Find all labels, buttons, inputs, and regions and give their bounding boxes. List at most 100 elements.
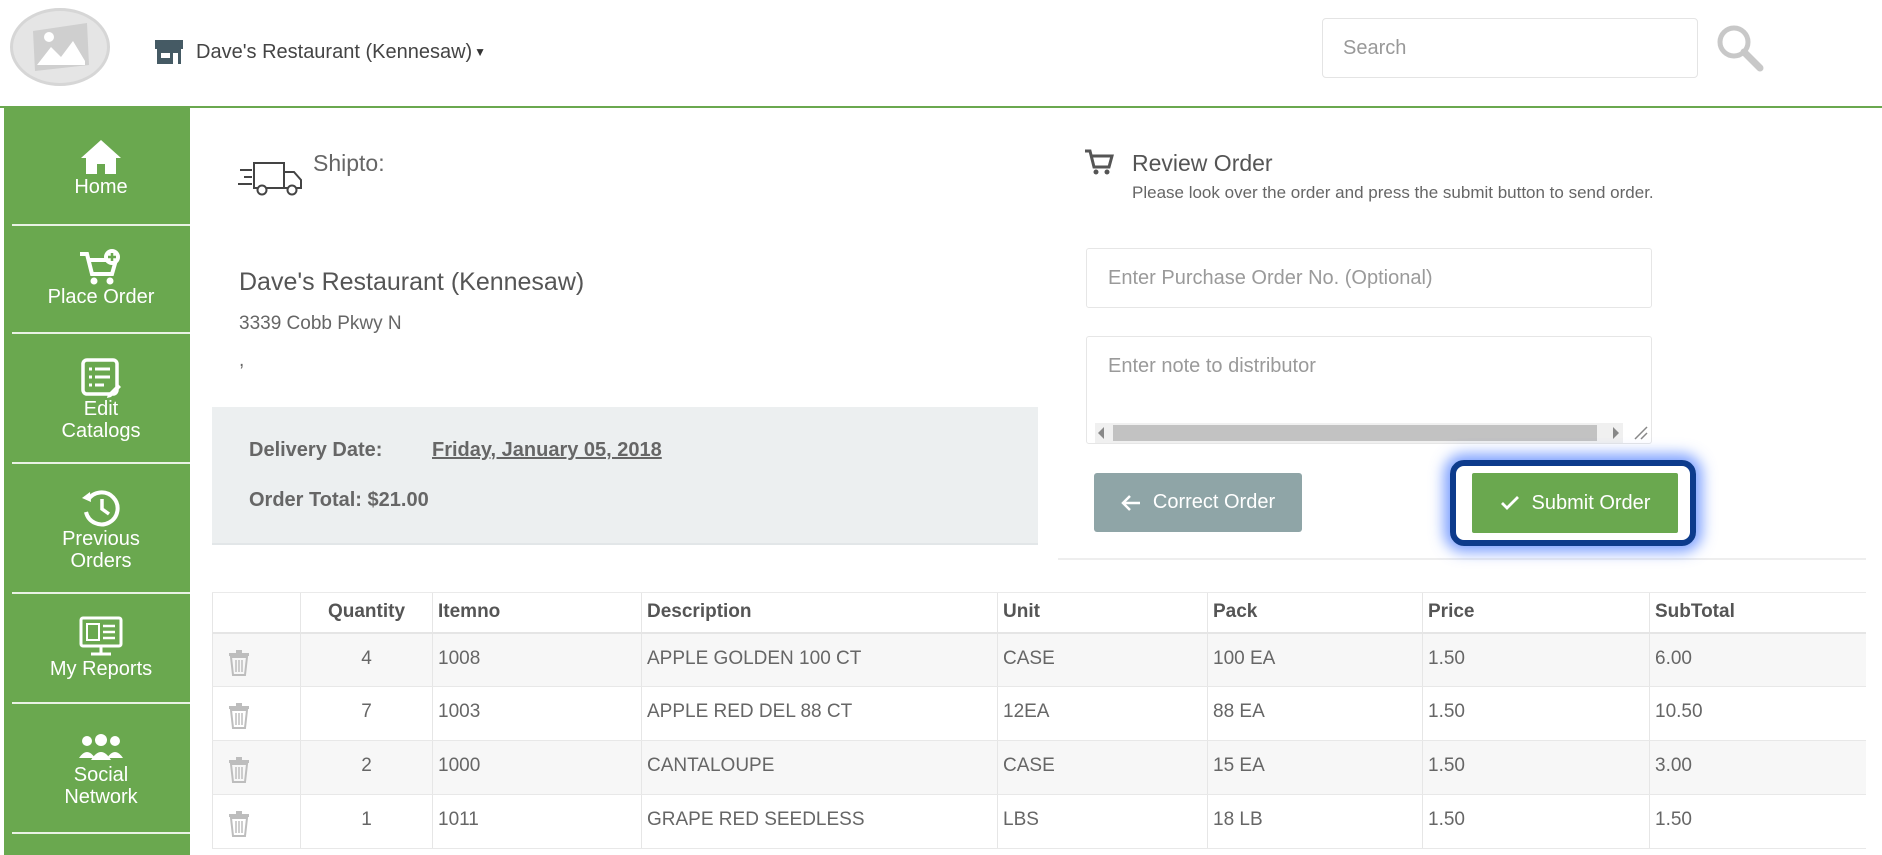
column-header-quantity[interactable]: Quantity	[300, 592, 433, 634]
sidebar-item-label: Edit	[83, 398, 119, 420]
sidebar-item-label: Place Order	[47, 286, 155, 308]
submit-order-label: Submit Order	[1531, 491, 1651, 514]
cell-description: APPLE GOLDEN 100 CT	[641, 632, 998, 687]
sidebar-item-social-network[interactable]: Social Network	[12, 734, 190, 808]
review-order-panel: Review Order Please look over the order …	[1058, 130, 1866, 560]
store-selector[interactable]: Dave's Restaurant (Kennesaw) ▼	[154, 38, 486, 66]
sidebar-item-label: Previous	[62, 528, 140, 550]
reports-icon	[79, 616, 123, 656]
column-header-price[interactable]: Price	[1422, 592, 1650, 634]
top-bar: Dave's Restaurant (Kennesaw) ▼	[0, 0, 1882, 108]
correct-order-label: Correct Order	[1152, 491, 1276, 513]
cell-quantity[interactable]: 7	[300, 686, 433, 741]
cell-price: 1.50	[1422, 632, 1650, 687]
cell-itemno: 1000	[432, 740, 642, 795]
cell-subtotal: 10.50	[1649, 686, 1866, 741]
search-input[interactable]	[1322, 18, 1698, 78]
cell-unit: LBS	[997, 794, 1208, 849]
row-actions	[212, 632, 301, 687]
review-title: Review Order	[1132, 150, 1273, 176]
cell-pack: 100 EA	[1207, 632, 1423, 687]
scroll-right-icon[interactable]	[1613, 427, 1619, 439]
cell-quantity[interactable]: 4	[300, 632, 433, 687]
sidebar-item-label: My Reports	[49, 658, 153, 680]
column-header-unit[interactable]: Unit	[997, 592, 1208, 634]
delivery-truck-icon	[238, 162, 302, 196]
review-subtitle: Please look over the order and press the…	[1132, 183, 1654, 202]
cell-price: 1.50	[1422, 740, 1650, 795]
sidebar-item-my-reports[interactable]: My Reports	[12, 616, 190, 680]
search-button[interactable]	[1714, 22, 1766, 74]
logo-placeholder[interactable]	[10, 8, 110, 86]
shipto-city-line: ,	[239, 350, 245, 371]
cell-description: APPLE RED DEL 88 CT	[641, 686, 998, 741]
column-header-subtotal[interactable]: SubTotal	[1649, 592, 1866, 634]
trash-icon[interactable]	[228, 757, 250, 783]
row-actions	[212, 740, 301, 795]
column-header-actions	[212, 592, 301, 634]
delivery-summary: Delivery Date: Friday, January 05, 2018 …	[212, 407, 1038, 545]
cart-icon	[1085, 149, 1114, 175]
catalog-icon	[81, 358, 121, 398]
arrow-left-icon	[1121, 494, 1140, 511]
resize-grip-icon[interactable]	[1631, 423, 1649, 441]
sidebar-item-label: Social	[73, 764, 129, 786]
sidebar-item-place-order[interactable]: Place Order	[12, 248, 190, 308]
shipto-name: Dave's Restaurant (Kennesaw)	[239, 268, 585, 296]
cell-price: 1.50	[1422, 686, 1650, 741]
sidebar-item-home[interactable]: Home	[12, 138, 190, 198]
sidebar-item-label: Orders	[70, 550, 132, 572]
table-row: 1 1011 GRAPE RED SEEDLESS LBS 18 LB 1.50…	[212, 794, 1866, 849]
sidebar-item-label: Home	[74, 176, 128, 198]
cell-itemno: 1008	[432, 632, 642, 687]
horizontal-scrollbar[interactable]	[1095, 423, 1623, 443]
app-window: Dave's Restaurant (Kennesaw) ▼ Home	[0, 0, 1882, 855]
people-icon	[79, 734, 123, 760]
column-header-pack[interactable]: Pack	[1207, 592, 1423, 634]
cell-pack: 15 EA	[1207, 740, 1423, 795]
cell-itemno: 1011	[432, 794, 642, 849]
row-actions	[212, 794, 301, 849]
search-icon	[1717, 25, 1764, 72]
row-actions	[212, 686, 301, 741]
nav-divider	[12, 592, 190, 594]
nav-divider	[12, 332, 190, 334]
order-items-table: Quantity Itemno Description Unit Pack Pr…	[212, 592, 1866, 849]
scroll-left-icon[interactable]	[1098, 427, 1104, 439]
nav-divider	[12, 702, 190, 704]
correct-order-button[interactable]: Correct Order	[1094, 473, 1302, 532]
shipto-address: 3339 Cobb Pkwy N	[239, 313, 402, 334]
sidebar-item-edit-catalogs[interactable]: Edit Catalogs	[12, 358, 190, 442]
scroll-thumb[interactable]	[1113, 425, 1597, 441]
cell-subtotal: 1.50	[1649, 794, 1866, 849]
cell-pack: 18 LB	[1207, 794, 1423, 849]
column-header-itemno[interactable]: Itemno	[432, 592, 642, 634]
cell-quantity[interactable]: 2	[300, 740, 433, 795]
nav-divider	[12, 832, 190, 834]
delivery-date-link[interactable]: Friday, January 05, 2018	[432, 439, 662, 462]
cell-subtotal: 6.00	[1649, 632, 1866, 687]
cell-subtotal: 3.00	[1649, 740, 1866, 795]
cell-price: 1.50	[1422, 794, 1650, 849]
purchase-order-input[interactable]	[1086, 248, 1652, 308]
sidebar-item-label: Network	[64, 786, 138, 808]
store-icon	[155, 40, 183, 64]
cart-add-icon	[80, 249, 120, 285]
table-row: 4 1008 APPLE GOLDEN 100 CT CASE 100 EA 1…	[212, 632, 1866, 687]
table-row: 7 1003 APPLE RED DEL 88 CT 12EA 88 EA 1.…	[212, 686, 1866, 741]
cell-quantity[interactable]: 1	[300, 794, 433, 849]
table-header-row: Quantity Itemno Description Unit Pack Pr…	[212, 592, 1866, 634]
trash-icon[interactable]	[228, 649, 250, 676]
trash-icon[interactable]	[228, 811, 250, 837]
nav-divider	[12, 462, 190, 464]
note-textarea[interactable]	[1087, 337, 1651, 421]
trash-icon[interactable]	[228, 703, 250, 729]
checkmark-icon	[1500, 496, 1519, 510]
home-icon	[81, 140, 121, 174]
column-header-description[interactable]: Description	[641, 592, 998, 634]
nav-divider	[12, 224, 190, 226]
submit-order-button[interactable]: Submit Order	[1472, 473, 1678, 533]
cell-unit: CASE	[997, 632, 1208, 687]
sidebar-item-previous-orders[interactable]: Previous Orders	[12, 488, 190, 572]
image-icon	[33, 23, 89, 71]
